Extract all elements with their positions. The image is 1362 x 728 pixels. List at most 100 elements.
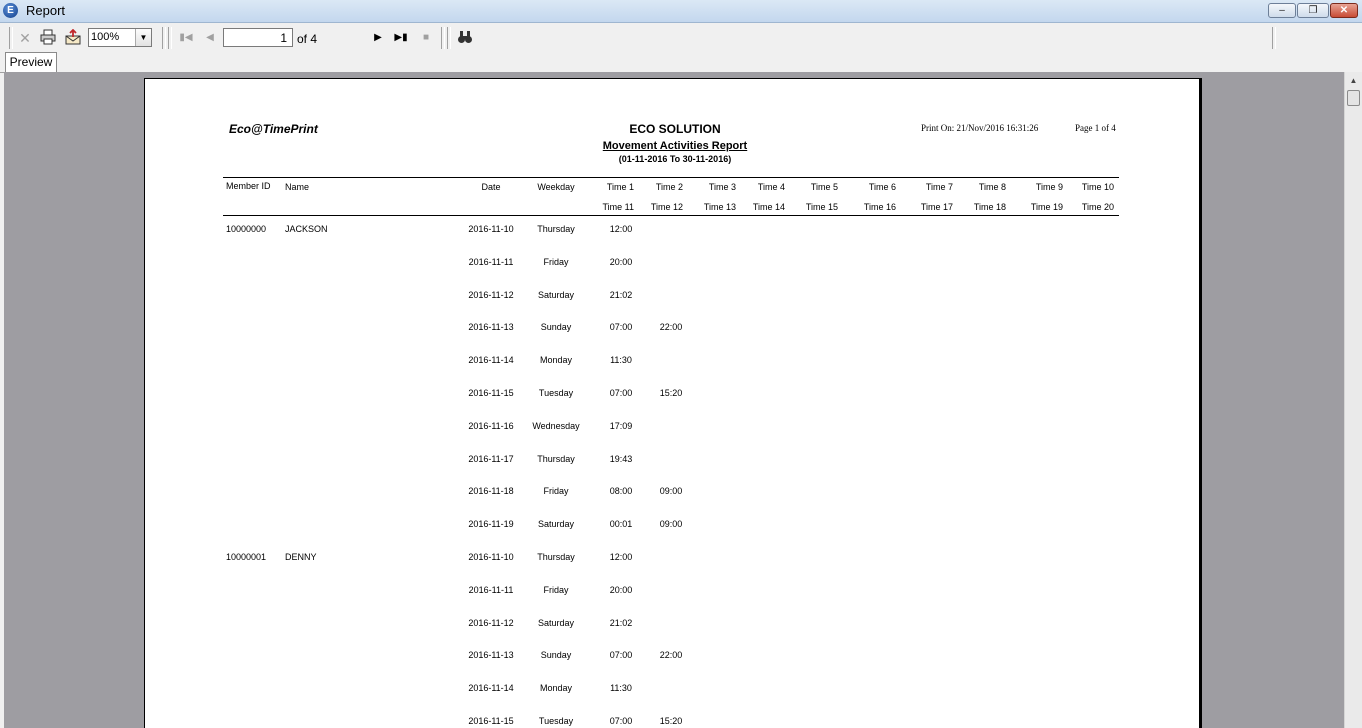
stop-button[interactable]: ■	[417, 29, 435, 47]
cell-weekday: Friday	[543, 486, 569, 497]
cell-time-2: 15:20	[659, 388, 683, 398]
col-time-7: Time 7	[925, 182, 953, 192]
col-time-2: Time 2	[655, 182, 683, 192]
app-icon: E	[3, 3, 18, 18]
first-page-button[interactable]: ▮◀	[177, 29, 195, 47]
close-icon: ✕	[19, 30, 31, 46]
page-number-input[interactable]	[223, 28, 293, 47]
minimize-button[interactable]: –	[1268, 3, 1296, 18]
vertical-scrollbar[interactable]: ▲	[1344, 72, 1362, 728]
restore-button[interactable]: ❐	[1297, 3, 1329, 18]
next-page-icon: ▶	[374, 32, 382, 43]
cell-time-1: 20:00	[609, 256, 633, 267]
zoom-select[interactable]: 100% ▼	[88, 28, 152, 47]
restore-icon: ❐	[1308, 5, 1318, 16]
cell-weekday: Tuesday	[538, 388, 574, 398]
report-date-range: (01-11-2016 To 30-11-2016)	[618, 154, 732, 164]
cell-name: JACKSON	[285, 224, 328, 234]
cell-time-1: 12:00	[609, 552, 633, 562]
col-time-17: Time 17	[920, 202, 953, 212]
print-button[interactable]	[39, 29, 57, 47]
cell-member-id: 10000000	[226, 224, 267, 234]
col-date: Date	[481, 182, 501, 192]
cell-weekday: Saturday	[537, 289, 575, 300]
cell-weekday: Friday	[543, 584, 569, 595]
cell-name: DENNY	[285, 552, 317, 562]
report-page: Eco@TimePrint ECO SOLUTION Movement Acti…	[144, 78, 1202, 728]
scroll-thumb[interactable]	[1347, 90, 1360, 106]
cell-weekday: Sunday	[540, 322, 572, 333]
col-time-18: Time 18	[973, 202, 1006, 212]
close-window-button[interactable]: ✕	[1330, 3, 1358, 18]
cell-time-2: 09:00	[659, 519, 683, 530]
col-time-5: Time 5	[810, 182, 838, 192]
cell-date: 2016-11-11	[468, 584, 514, 595]
stop-icon: ■	[422, 32, 430, 43]
prev-page-icon: ◀	[206, 32, 214, 43]
cell-time-1: 20:00	[609, 584, 633, 595]
tab-preview[interactable]: Preview	[5, 52, 57, 72]
cell-time-1: 11:30	[610, 355, 632, 366]
cell-date: 2016-11-13	[468, 322, 514, 333]
cell-time-1: 21:02	[609, 289, 633, 300]
cell-weekday: Thursday	[537, 224, 575, 234]
close-report-button[interactable]: ✕	[16, 29, 34, 47]
cell-weekday: Tuesday	[538, 716, 574, 726]
zoom-value: 100%	[91, 31, 120, 43]
cell-time-1: 07:00	[609, 650, 633, 661]
cell-date: 2016-11-10	[468, 224, 514, 234]
col-member-id: Member ID	[226, 181, 271, 191]
cell-time-1: 12:00	[609, 224, 633, 234]
chevron-down-icon[interactable]: ▼	[135, 29, 151, 46]
last-page-button[interactable]: ▶▮	[392, 29, 410, 47]
cell-date: 2016-11-12	[468, 617, 514, 628]
cell-date: 2016-11-14	[468, 683, 514, 694]
page-count-label: of 4	[297, 32, 318, 46]
cell-weekday: Thursday	[537, 453, 575, 464]
cell-time-2: 22:00	[659, 322, 683, 333]
scroll-up-icon[interactable]: ▲	[1347, 74, 1360, 87]
cell-weekday: Saturday	[537, 617, 575, 628]
prev-page-button[interactable]: ◀	[201, 29, 219, 47]
cell-date: 2016-11-19	[468, 519, 514, 530]
minimize-icon: –	[1279, 5, 1285, 16]
cell-date: 2016-11-14	[468, 355, 514, 366]
col-name: Name	[285, 182, 310, 192]
col-time-16: Time 16	[863, 202, 896, 212]
cell-time-2: 09:00	[659, 486, 683, 497]
cell-time-2: 22:00	[659, 650, 683, 661]
col-time-8: Time 8	[978, 182, 1006, 192]
toolbar-separator	[168, 27, 172, 49]
export-button[interactable]	[64, 28, 82, 47]
cell-date: 2016-11-18	[468, 486, 514, 497]
last-page-icon: ▶▮	[394, 32, 408, 43]
title-bar: E Report – ❐ ✕	[0, 0, 1362, 23]
cell-date: 2016-11-13	[468, 650, 514, 661]
cell-time-1: 07:00	[609, 388, 633, 398]
cell-weekday: Saturday	[537, 519, 575, 530]
report-preview-area[interactable]: Eco@TimePrint ECO SOLUTION Movement Acti…	[4, 72, 1344, 728]
toolbar-separator	[162, 27, 166, 49]
toolbar-separator	[441, 27, 445, 49]
cell-member-id: 10000001	[226, 552, 267, 562]
find-button[interactable]	[456, 29, 474, 47]
cell-date: 2016-11-12	[468, 289, 514, 300]
window-title: Report	[26, 3, 66, 18]
cell-time-1: 00:01	[609, 519, 633, 530]
report-company: ECO SOLUTION	[629, 122, 721, 136]
next-page-button[interactable]: ▶	[369, 29, 387, 47]
cell-weekday: Monday	[539, 355, 573, 366]
cell-date: 2016-11-15	[468, 388, 514, 398]
col-time-15: Time 15	[805, 202, 838, 212]
report-brand: Eco@TimePrint	[229, 122, 318, 136]
col-time-12: Time 12	[650, 202, 683, 212]
cell-date: 2016-11-15	[468, 716, 514, 726]
find-icon	[458, 31, 472, 43]
col-time-10: Time 10	[1081, 182, 1114, 192]
cell-weekday: Wednesday	[532, 420, 580, 431]
toolbar: ✕ 100% ▼ ▮◀ ◀ of 4 ▶ ▶▮ ■	[0, 23, 1362, 53]
cell-time-1: 11:30	[610, 683, 632, 694]
cell-date: 2016-11-17	[468, 453, 514, 464]
first-page-icon: ▮◀	[179, 32, 193, 43]
page-label: Page 1 of 4	[1075, 123, 1116, 133]
